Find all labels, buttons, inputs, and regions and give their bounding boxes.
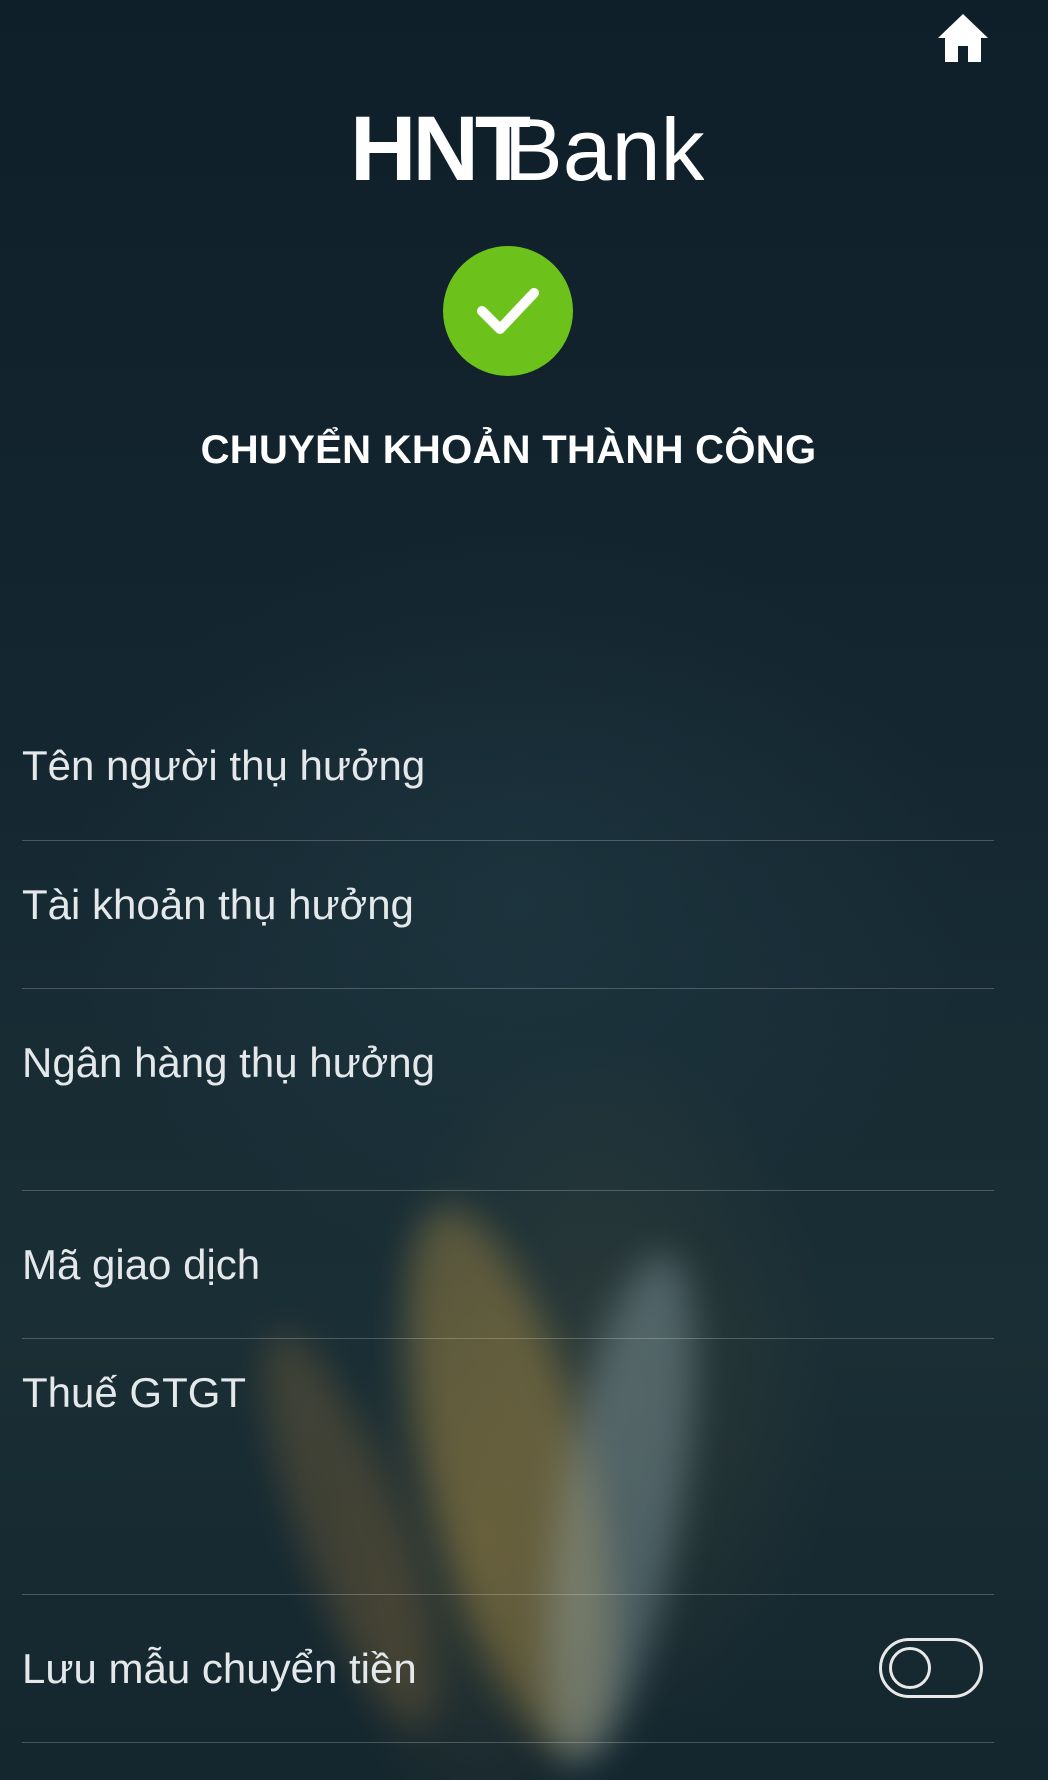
detail-row-beneficiary-account: Tài khoản thụ hưởng [22, 841, 994, 989]
toggle-knob [889, 1647, 931, 1689]
home-button[interactable] [930, 8, 996, 68]
detail-row-transaction-code: Mã giao dịch [22, 1191, 994, 1339]
logo-text-bank: Bank [504, 100, 704, 190]
detail-label: Mã giao dịch [22, 1241, 261, 1288]
detail-label: Ngân hàng thụ hưởng [22, 1039, 435, 1086]
home-icon [938, 14, 988, 62]
save-template-row: Lưu mẫu chuyển tiền [22, 1595, 994, 1743]
page-title: CHUYỂN KHOẢN THÀNH CÔNG [200, 428, 817, 472]
detail-row-beneficiary-bank: Ngân hàng thụ hưởng [22, 989, 994, 1191]
check-icon [477, 288, 539, 334]
detail-row-vat: Thuế GTGT [22, 1339, 994, 1595]
detail-label: Tài khoản thụ hưởng [22, 881, 414, 928]
bank-logo: HNT Bank [0, 100, 1048, 200]
detail-label: Tên người thụ hưởng [22, 742, 426, 789]
save-template-label: Lưu mẫu chuyển tiền [22, 1645, 417, 1692]
detail-label: Thuế GTGT [22, 1369, 247, 1416]
detail-row-beneficiary-name: Tên người thụ hưởng [22, 720, 994, 841]
save-template-toggle[interactable] [879, 1638, 983, 1698]
success-badge [443, 246, 573, 376]
